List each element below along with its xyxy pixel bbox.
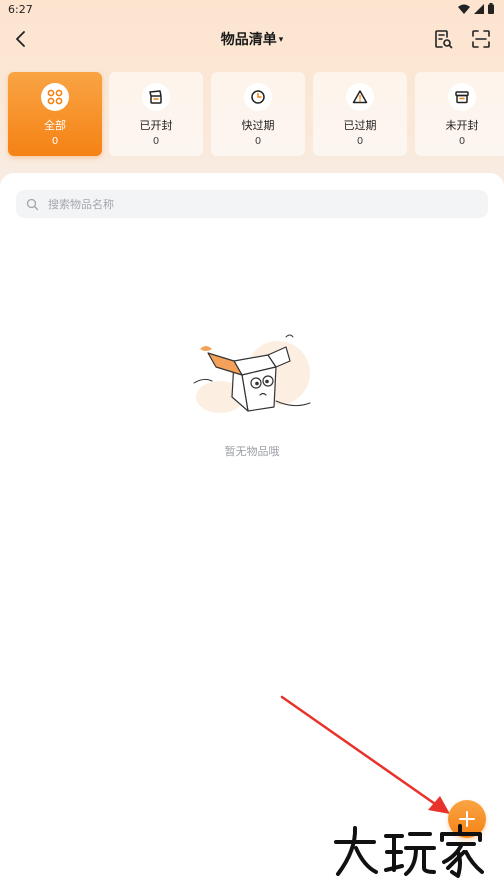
search-bar[interactable] [16, 190, 488, 218]
wifi-icon [458, 4, 470, 14]
battery-icon [488, 3, 494, 14]
category-label: 全部 [44, 119, 66, 132]
grid-icon [41, 83, 69, 111]
opened-box-icon [142, 83, 170, 111]
search-input[interactable] [48, 197, 468, 211]
content-panel: 暂无物品哦 [0, 173, 504, 895]
status-bar: 6:27 [0, 0, 504, 20]
scan-button[interactable] [468, 26, 494, 52]
category-count: 0 [458, 136, 466, 147]
page-title: 物品清单 [220, 32, 277, 48]
status-icons [458, 3, 494, 14]
category-count: 0 [254, 136, 262, 147]
empty-state-text: 暂无物品哦 [224, 445, 280, 458]
category-tab-unopened[interactable]: 未开封 0 [415, 72, 504, 156]
category-count: 0 [51, 136, 59, 147]
empty-box-illustration [193, 334, 311, 413]
category-label: 已过期 [343, 119, 377, 132]
category-label: 未开封 [445, 119, 479, 132]
warning-icon [346, 83, 374, 111]
category-count: 0 [356, 136, 364, 147]
category-count: 0 [152, 136, 160, 147]
signal-icon [474, 3, 484, 14]
search-icon [26, 197, 40, 211]
search-list-button[interactable] [430, 26, 456, 52]
category-label: 快过期 [241, 119, 275, 132]
document-search-icon [435, 30, 453, 49]
clock-icon [244, 83, 272, 111]
page-title-dropdown[interactable]: 物品清单 ▾ [0, 29, 504, 49]
category-tab-all[interactable]: 全部 0 [8, 72, 102, 156]
sealed-box-icon [448, 83, 476, 111]
category-tabs: 全部 0 已开封 0 快过期 0 已过期 0 未开封 0 [8, 72, 504, 156]
nav-bar: 物品清单 ▾ [0, 22, 504, 56]
watermark-logo [334, 824, 484, 878]
category-tab-expired[interactable]: 已过期 0 [313, 72, 407, 156]
category-tab-opened[interactable]: 已开封 0 [109, 72, 203, 156]
scan-icon [472, 30, 490, 48]
category-label: 已开封 [139, 119, 173, 132]
status-time: 6:27 [8, 3, 33, 16]
caret-down-icon: ▾ [278, 35, 284, 45]
category-tab-expiring[interactable]: 快过期 0 [211, 72, 305, 156]
